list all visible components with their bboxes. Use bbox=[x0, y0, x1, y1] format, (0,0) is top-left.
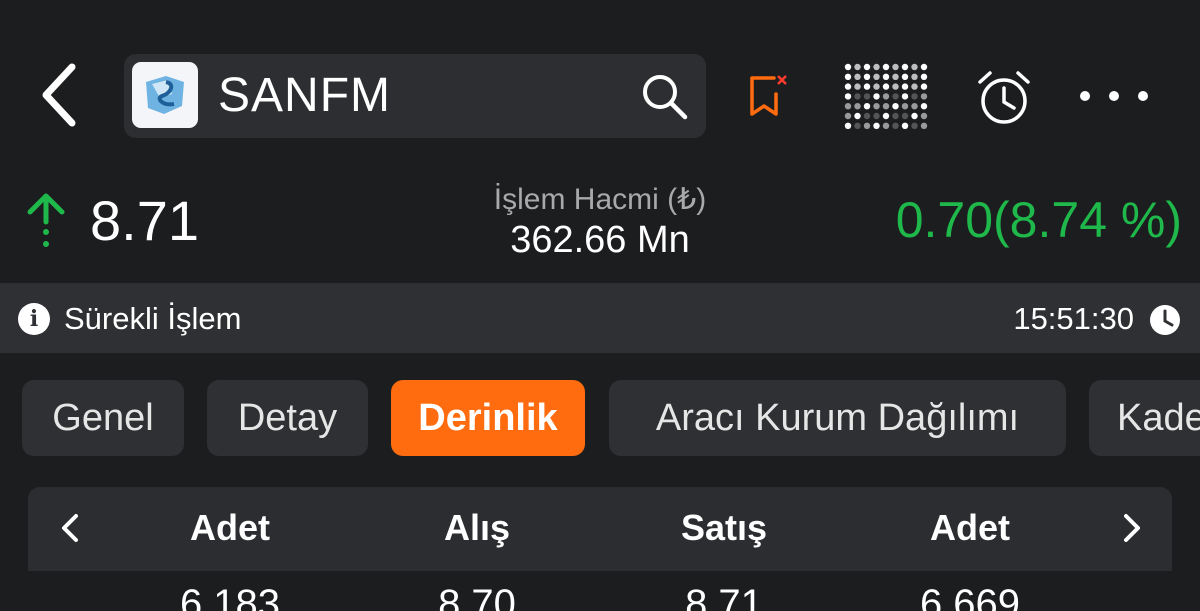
tab-detay[interactable]: Detay bbox=[207, 380, 368, 456]
row-bid: 8.70 bbox=[438, 582, 516, 611]
next-page-chevron-icon[interactable] bbox=[1112, 506, 1152, 550]
more-icon[interactable] bbox=[1080, 80, 1148, 112]
header-sell-quantity: Adet bbox=[930, 507, 1010, 548]
header-ask: Satış bbox=[680, 507, 768, 548]
volume-value: 362.66 Mn bbox=[510, 219, 690, 261]
symbol-name[interactable]: SANFM bbox=[218, 66, 391, 126]
tab-kademe[interactable]: Kade bbox=[1089, 380, 1200, 456]
info-icon[interactable]: i bbox=[18, 303, 50, 335]
tab-araci-kurum-dagilimi[interactable]: Aracı Kurum Dağılımı bbox=[609, 380, 1066, 456]
header-buy-quantity: Adet bbox=[190, 507, 270, 548]
company-logo bbox=[132, 62, 198, 128]
price-up-arrow-icon bbox=[24, 192, 68, 252]
change-value: 0.70 bbox=[895, 192, 994, 248]
tab-derinlik[interactable]: Derinlik bbox=[391, 380, 585, 456]
session-status: Sürekli İşlem bbox=[64, 301, 242, 336]
heatmap-grid-icon[interactable] bbox=[843, 62, 929, 132]
header-bid: Alış bbox=[443, 507, 511, 548]
search-icon[interactable] bbox=[638, 70, 690, 122]
change-percent: (8.74 %) bbox=[993, 192, 1182, 248]
clock-icon bbox=[1148, 303, 1182, 337]
session-time: 15:51:30 bbox=[1013, 301, 1134, 336]
bookmark-remove-icon[interactable] bbox=[744, 70, 792, 122]
price-change: 0.70(8.74 %) bbox=[896, 190, 1182, 250]
prev-page-chevron-icon[interactable] bbox=[50, 506, 90, 550]
back-icon bbox=[42, 63, 76, 127]
row-sell-quantity: 6.669 bbox=[919, 582, 1021, 611]
table-row[interactable]: 6.183 8.70 8.71 6.669 bbox=[28, 571, 1172, 611]
symbol-search-box[interactable] bbox=[124, 54, 706, 138]
row-buy-quantity: 6.183 bbox=[179, 582, 281, 611]
back-button[interactable] bbox=[28, 60, 88, 130]
last-price: 8.71 bbox=[90, 189, 199, 252]
tab-genel[interactable]: Genel bbox=[22, 380, 184, 456]
volume-label: İşlem Hacmi (₺) bbox=[493, 183, 707, 216]
alarm-clock-icon[interactable] bbox=[974, 68, 1034, 128]
row-ask: 8.71 bbox=[685, 582, 763, 611]
